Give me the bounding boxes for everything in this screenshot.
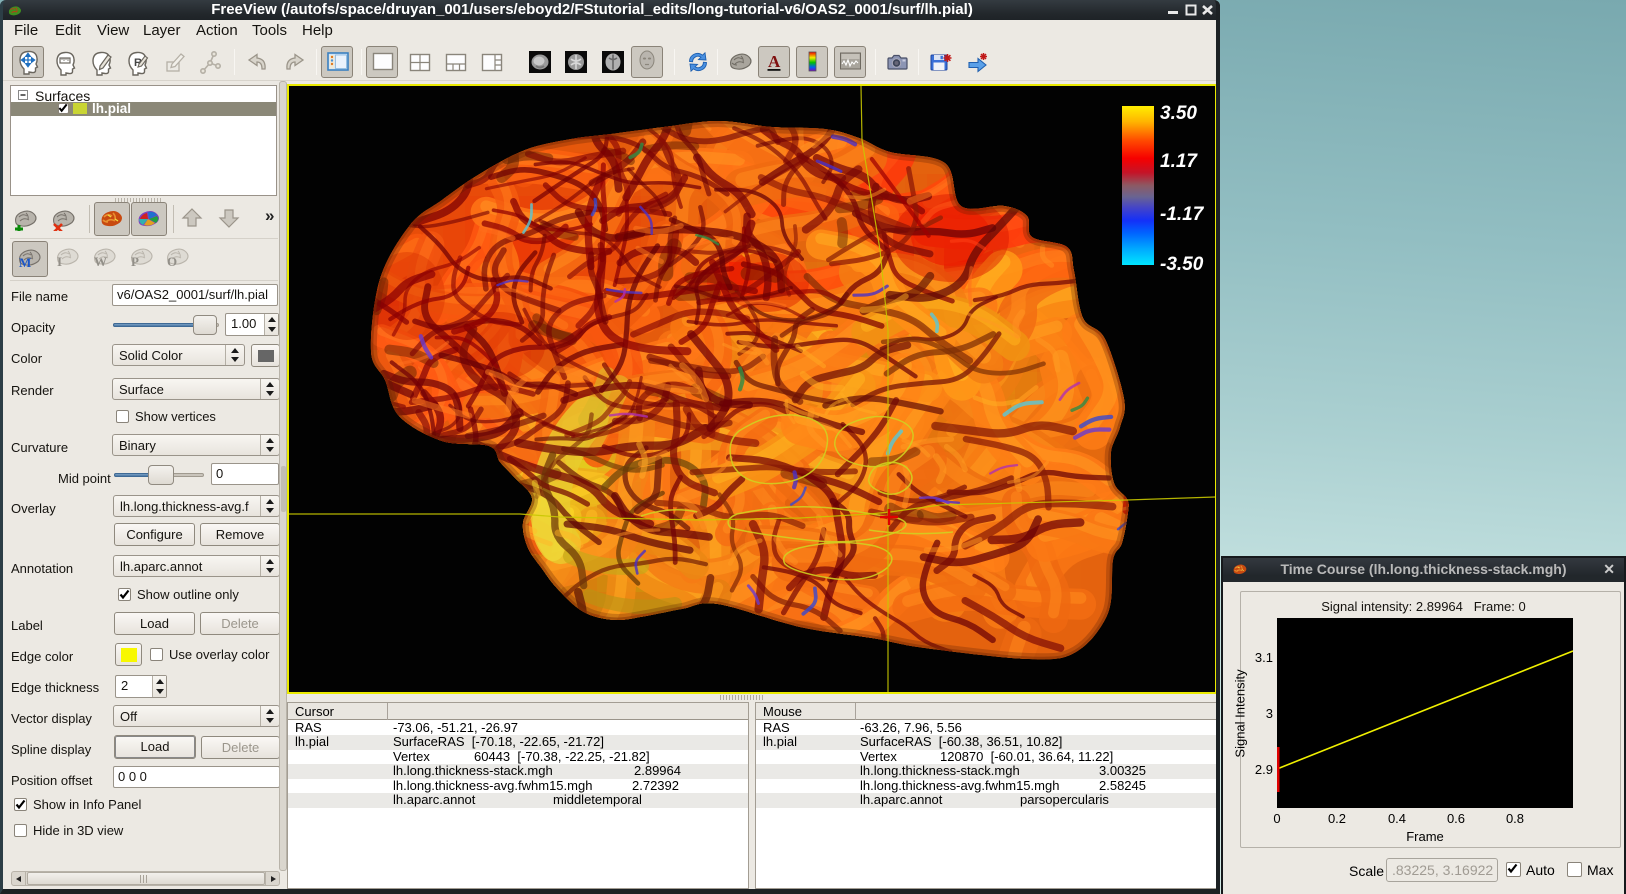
svg-text:I: I (57, 254, 62, 269)
svg-text:P: P (131, 254, 139, 269)
svg-text:-1.17: -1.17 (1160, 204, 1205, 225)
svg-text:A: A (768, 52, 781, 71)
svg-text:1.17: 1.17 (1160, 151, 1198, 172)
svg-text:O: O (167, 254, 177, 269)
svg-text:-3.50: -3.50 (1160, 254, 1204, 275)
svg-text:3.50: 3.50 (1160, 103, 1197, 124)
svg-text:W: W (94, 254, 107, 269)
svg-text:M: M (19, 255, 31, 270)
